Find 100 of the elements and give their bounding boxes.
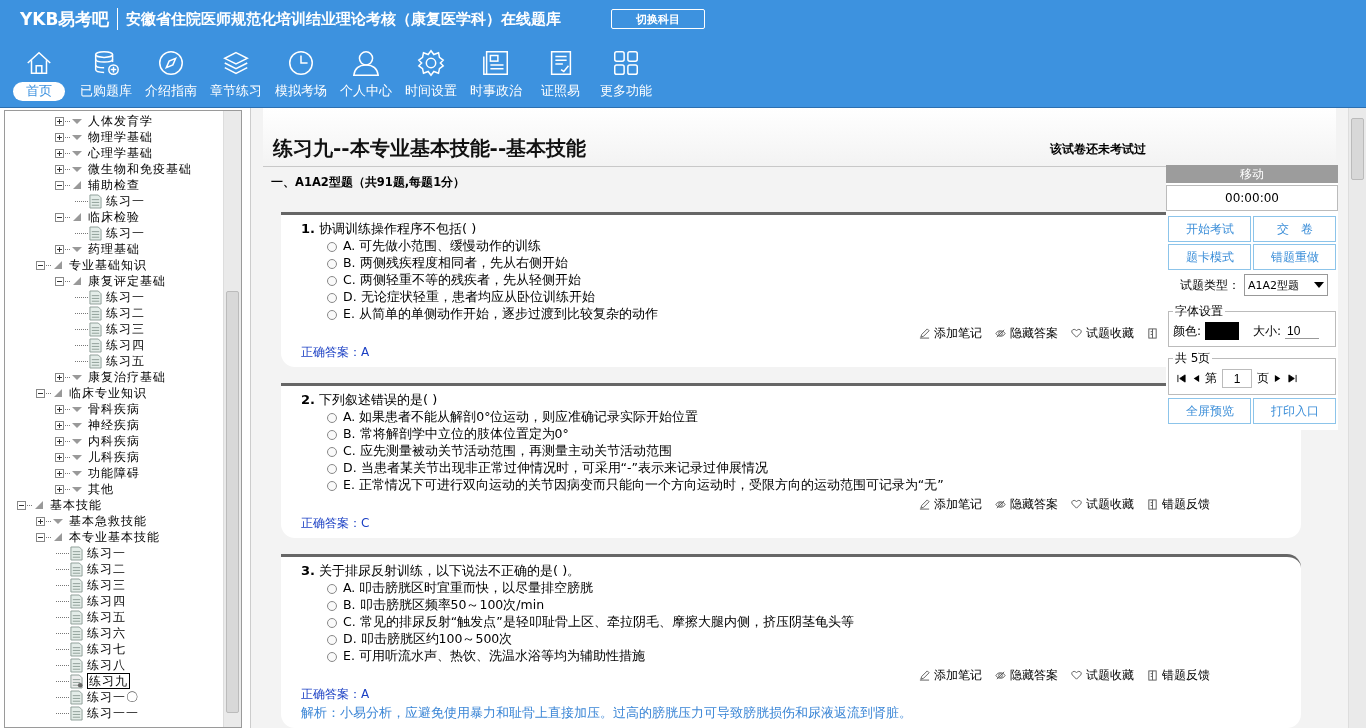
radio-button[interactable] [327, 600, 337, 611]
radio-button[interactable] [327, 617, 337, 628]
tree-item[interactable]: 练习一 [106, 194, 145, 208]
tree-folder[interactable]: 康复评定基础 [88, 274, 166, 288]
action-link[interactable]: 错题反馈 [1162, 496, 1210, 513]
radio-button[interactable] [327, 241, 337, 252]
tree-folder[interactable]: 专业基础知识 [69, 258, 147, 272]
tree-item[interactable]: 练习七 [87, 642, 126, 656]
radio-button[interactable] [327, 446, 337, 457]
tree-item[interactable]: 练习四 [106, 338, 145, 352]
action-link[interactable]: 添加笔记 [934, 325, 982, 342]
expander-icon[interactable] [55, 116, 64, 126]
expander-icon[interactable] [36, 260, 45, 270]
tool-button[interactable]: 打印入口 [1253, 398, 1336, 424]
last-page-icon[interactable] [1288, 374, 1297, 383]
tree-item[interactable]: 练习五 [87, 610, 126, 624]
settings-icon[interactable] [415, 48, 446, 78]
expander-icon[interactable] [55, 244, 64, 254]
tool-button[interactable]: 开始考试 [1168, 216, 1251, 242]
tree-item[interactable]: 练习三 [106, 322, 145, 336]
tree-item[interactable]: 练习一 [106, 226, 145, 240]
tree-folder[interactable]: 本专业基本技能 [69, 530, 160, 544]
expander-icon[interactable] [55, 372, 64, 382]
action-link[interactable]: 试题收藏 [1086, 325, 1134, 342]
tree-folder[interactable]: 物理学基础 [88, 130, 153, 144]
expander-icon[interactable] [55, 468, 64, 478]
tree-folder[interactable]: 心理学基础 [88, 146, 153, 160]
radio-button[interactable] [327, 463, 337, 474]
radio-button[interactable] [327, 583, 337, 594]
tree-folder[interactable]: 辅助检查 [88, 178, 140, 192]
radio-button[interactable] [327, 292, 337, 303]
tree-item[interactable]: 练习四 [87, 594, 126, 608]
radio-button[interactable] [327, 412, 337, 423]
tree-folder[interactable]: 内科疾病 [88, 434, 140, 448]
user-icon[interactable] [350, 48, 381, 78]
tree-item[interactable]: 练习三 [87, 578, 126, 592]
expander-icon[interactable] [36, 532, 45, 542]
tree-item[interactable]: 练习二 [106, 306, 145, 320]
action-link[interactable]: 添加笔记 [934, 496, 982, 513]
tree-folder[interactable]: 基本技能 [50, 498, 102, 512]
expander-icon[interactable] [55, 164, 64, 174]
tree-folder[interactable]: 功能障碍 [88, 466, 140, 480]
expander-icon[interactable] [55, 212, 64, 222]
expander-icon[interactable] [55, 180, 64, 190]
color-swatch[interactable] [1205, 322, 1240, 340]
tree-item[interactable]: 练习九 [87, 673, 130, 689]
tree-folder[interactable]: 儿科疾病 [88, 450, 140, 464]
tree-folder[interactable]: 药理基础 [88, 242, 140, 256]
tree-folder[interactable]: 神经疾病 [88, 418, 140, 432]
tree-folder[interactable]: 其他 [88, 482, 114, 496]
action-link[interactable]: 试题收藏 [1086, 667, 1134, 684]
tool-button[interactable]: 题卡模式 [1168, 244, 1251, 270]
action-link[interactable]: 隐藏答案 [1010, 325, 1058, 342]
scrollbar[interactable] [1348, 108, 1366, 728]
radio-button[interactable] [327, 309, 337, 320]
action-link[interactable]: 隐藏答案 [1010, 496, 1058, 513]
action-link[interactable]: 添加笔记 [934, 667, 982, 684]
type-select[interactable]: A1A2型题 [1244, 274, 1328, 296]
expander-icon[interactable] [55, 276, 64, 286]
tree-item[interactable]: 练习一 [106, 290, 145, 304]
expander-icon[interactable] [55, 420, 64, 430]
tree-folder[interactable]: 临床检验 [88, 210, 140, 224]
radio-button[interactable] [327, 429, 337, 440]
tree-item[interactable]: 练习二 [87, 562, 126, 576]
action-link[interactable]: 错题反馈 [1162, 667, 1210, 684]
expander-icon[interactable] [55, 132, 64, 142]
tree-item[interactable]: 练习六 [87, 626, 126, 640]
expander-icon[interactable] [36, 516, 45, 526]
tree-folder[interactable]: 临床专业知识 [69, 386, 147, 400]
radio-button[interactable] [327, 651, 337, 662]
tool-button[interactable]: 交 卷 [1253, 216, 1336, 242]
expander-icon[interactable] [55, 404, 64, 414]
tree-item[interactable]: 练习一 [87, 546, 126, 560]
tree-folder[interactable]: 康复治疗基础 [88, 370, 166, 384]
tool-button[interactable]: 全屏预览 [1168, 398, 1251, 424]
tree-item[interactable]: 练习八 [87, 658, 126, 672]
expander-icon[interactable] [55, 452, 64, 462]
tree-folder[interactable]: 人体发育学 [88, 114, 153, 128]
action-link[interactable]: 试题收藏 [1086, 496, 1134, 513]
first-page-icon[interactable] [1177, 374, 1186, 383]
tree-item[interactable]: 练习一一 [87, 706, 139, 720]
expander-icon[interactable] [55, 484, 64, 494]
scrollbar[interactable] [223, 111, 241, 727]
newspaper-icon[interactable] [480, 48, 511, 78]
expander-icon[interactable] [55, 148, 64, 158]
tree-item[interactable]: 练习五 [106, 354, 145, 368]
expander-icon[interactable] [17, 500, 26, 510]
expander-icon[interactable] [55, 436, 64, 446]
tree-item[interactable]: 练习一〇 [87, 690, 139, 704]
tree-folder[interactable]: 基本急救技能 [69, 514, 147, 528]
size-field[interactable]: 10 [1285, 323, 1320, 339]
radio-button[interactable] [327, 634, 337, 645]
radio-button[interactable] [327, 480, 337, 491]
nav-tab[interactable]: 首页 [13, 82, 65, 101]
radio-button[interactable] [327, 275, 337, 286]
action-link[interactable]: 隐藏答案 [1010, 667, 1058, 684]
radio-button[interactable] [327, 258, 337, 269]
page-field[interactable]: 1 [1222, 369, 1252, 388]
tree-folder[interactable]: 骨科疾病 [88, 402, 140, 416]
expander-icon[interactable] [36, 388, 45, 398]
